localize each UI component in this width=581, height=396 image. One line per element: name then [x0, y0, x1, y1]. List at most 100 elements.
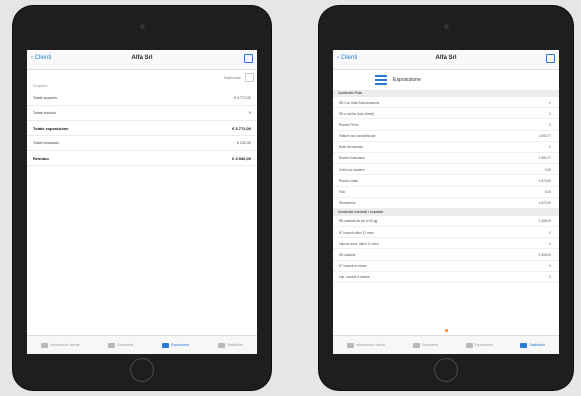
row-value: 2.308,00	[538, 252, 551, 257]
screen-left: ‹ Clienti Alfa Srl Saldi mese Scoperto To…	[27, 50, 257, 354]
row-label: Totale esposizione	[33, 126, 69, 131]
row-value: 1.950,77	[538, 156, 551, 161]
tab-icon	[465, 342, 473, 348]
row-label: Ordini da evadere	[339, 167, 365, 172]
row-label: Sforamento	[339, 201, 356, 206]
group-header: Controllo Fido	[333, 90, 559, 97]
row-label: Fido	[339, 190, 346, 194]
list-item: Importo insol. ultimi 12 mesi 0	[333, 238, 559, 250]
tab-documents[interactable]: Documenti	[412, 342, 438, 348]
list-item: RB scadute 2.308,00	[333, 249, 559, 261]
row-label: Rischio finanziario	[339, 156, 365, 161]
camera	[139, 24, 145, 29]
row-label: RB scadute	[339, 252, 356, 257]
row-label: Rischio totale	[339, 178, 359, 183]
exposure-list: Controllo Fido RB Con Date Autorizzazione…	[333, 90, 559, 283]
row-value: 0	[549, 145, 551, 150]
row-value: 2.308,00	[538, 219, 551, 224]
tab-info[interactable]: Informazioni cliente	[346, 342, 386, 348]
row-value: 0	[249, 111, 251, 115]
tab-label: Statistiche	[226, 343, 243, 347]
list-item: N° insoluti in essere 0	[333, 261, 559, 272]
row-label: Importo insol. ultimi 12 mesi	[339, 241, 379, 246]
row-value: 0,00	[544, 190, 551, 194]
group-header: Controllo insoluti / scaduto	[333, 208, 559, 216]
row-label: Totale scoperto	[33, 96, 58, 100]
row-value: 1.950,77	[538, 134, 551, 139]
list-item: RB scadute da più di 30 gg 2.308,00	[333, 216, 559, 228]
row-label: N° insoluti in essere	[339, 264, 368, 269]
row-value: € 3.772,00	[232, 126, 251, 131]
tab-label: Esposizione	[474, 343, 493, 347]
tab-label: Documenti	[421, 343, 438, 347]
tab-icon	[346, 342, 354, 348]
tab-icon	[41, 342, 49, 348]
search-icon[interactable]	[546, 54, 555, 63]
list-item: Totale insoluto 0	[27, 106, 257, 121]
row-value: 0,00	[544, 167, 551, 172]
list-item: Rischio finanziario 1.950,77	[333, 153, 559, 165]
row-label: RB a rischio (solo clienti)	[339, 111, 375, 116]
tablet-right: ‹ Clienti Alfa Srl Esposizione Controllo…	[319, 6, 573, 390]
dropdown-icon[interactable]	[245, 73, 254, 82]
list-item: RB a rischio (solo clienti) 0	[333, 108, 559, 120]
tablet-left: ‹ Clienti Alfa Srl Saldi mese Scoperto To…	[13, 6, 271, 390]
row-label: Scoperto	[33, 84, 48, 88]
list-item: Imp. insoluti in essere 0	[333, 272, 559, 283]
tab-label: Statistiche	[529, 343, 546, 347]
list-item: Sforamento 1.970,00	[333, 198, 559, 209]
row-value: 0	[549, 241, 551, 246]
tab-documents[interactable]: Documenti	[108, 342, 134, 348]
page-indicator	[444, 329, 448, 332]
list-item: Rischio Primo 0	[333, 119, 559, 131]
nav-bar: ‹ Clienti Alfa Srl	[27, 50, 257, 70]
tab-bar: Informazioni cliente Documenti Esposizione…	[27, 335, 257, 354]
row-value: 0	[549, 100, 551, 105]
column-header: Saldi mese	[27, 70, 257, 82]
row-value: € 232,00	[237, 141, 251, 145]
row-value: € 3.772,00	[234, 96, 251, 100]
row-label: Bolle da fatturare	[339, 145, 364, 150]
home-button[interactable]	[434, 358, 458, 382]
tab-label: Informazioni cliente	[50, 343, 80, 347]
summary-list: Scoperto Totale scoperto € 3.772,00 Totale …	[27, 82, 257, 166]
tab-bar: Informazioni cliente Documenti Esposizione…	[333, 335, 559, 354]
page-title: Alfa Srl	[435, 55, 457, 61]
tab-icon	[520, 342, 528, 348]
row-value: 0	[549, 230, 551, 235]
row-label: Totale insoluto	[33, 111, 56, 115]
list-item: RB Con Date Autorizzazione 0	[333, 97, 559, 109]
list-item: Residuo € 3.540,00	[27, 151, 257, 166]
home-button[interactable]	[130, 358, 154, 382]
list-icon	[375, 73, 387, 86]
page-title: Alfa Srl	[131, 55, 153, 61]
tab-icon	[412, 342, 420, 348]
period-label: Saldi mese	[223, 76, 241, 80]
row-value: 1.970,00	[538, 178, 551, 183]
list-item: Scoperto	[27, 82, 257, 91]
tab-label: Informazioni cliente	[355, 343, 386, 347]
list-item: Rischio totale 1.970,00	[333, 175, 559, 187]
row-label: N° insoluti ultimi 12 mesi	[339, 230, 374, 235]
tab-exposure[interactable]: Esposizione	[465, 342, 493, 348]
row-label: Residuo	[33, 156, 49, 161]
row-label: Imp. insoluti in essere	[339, 275, 370, 280]
search-icon[interactable]	[244, 54, 253, 63]
row-label: RB Con Date Autorizzazione	[339, 100, 380, 105]
tab-icon	[108, 342, 116, 348]
list-item: Fido 0,00	[333, 187, 559, 198]
tab-info[interactable]: Informazioni cliente	[41, 342, 80, 348]
row-value: 0	[549, 122, 551, 127]
tab-statistics[interactable]: Statistiche	[520, 342, 546, 348]
list-item: Totale esposizione € 3.772,00	[27, 121, 257, 136]
row-label: Fatture non contabilizzate	[339, 134, 376, 139]
tab-exposure[interactable]: Esposizione	[162, 342, 189, 348]
tab-statistics[interactable]: Statistiche	[217, 342, 243, 348]
row-label: Totale incassato	[33, 141, 59, 145]
tab-label: Documenti	[117, 343, 134, 347]
screen-right: ‹ Clienti Alfa Srl Esposizione Controllo…	[333, 50, 559, 354]
row-label: Rischio Primo	[339, 122, 359, 127]
list-item: Ordini da evadere 0,00	[333, 164, 559, 176]
row-value: 0	[549, 264, 551, 269]
section-title: Esposizione	[393, 77, 421, 83]
